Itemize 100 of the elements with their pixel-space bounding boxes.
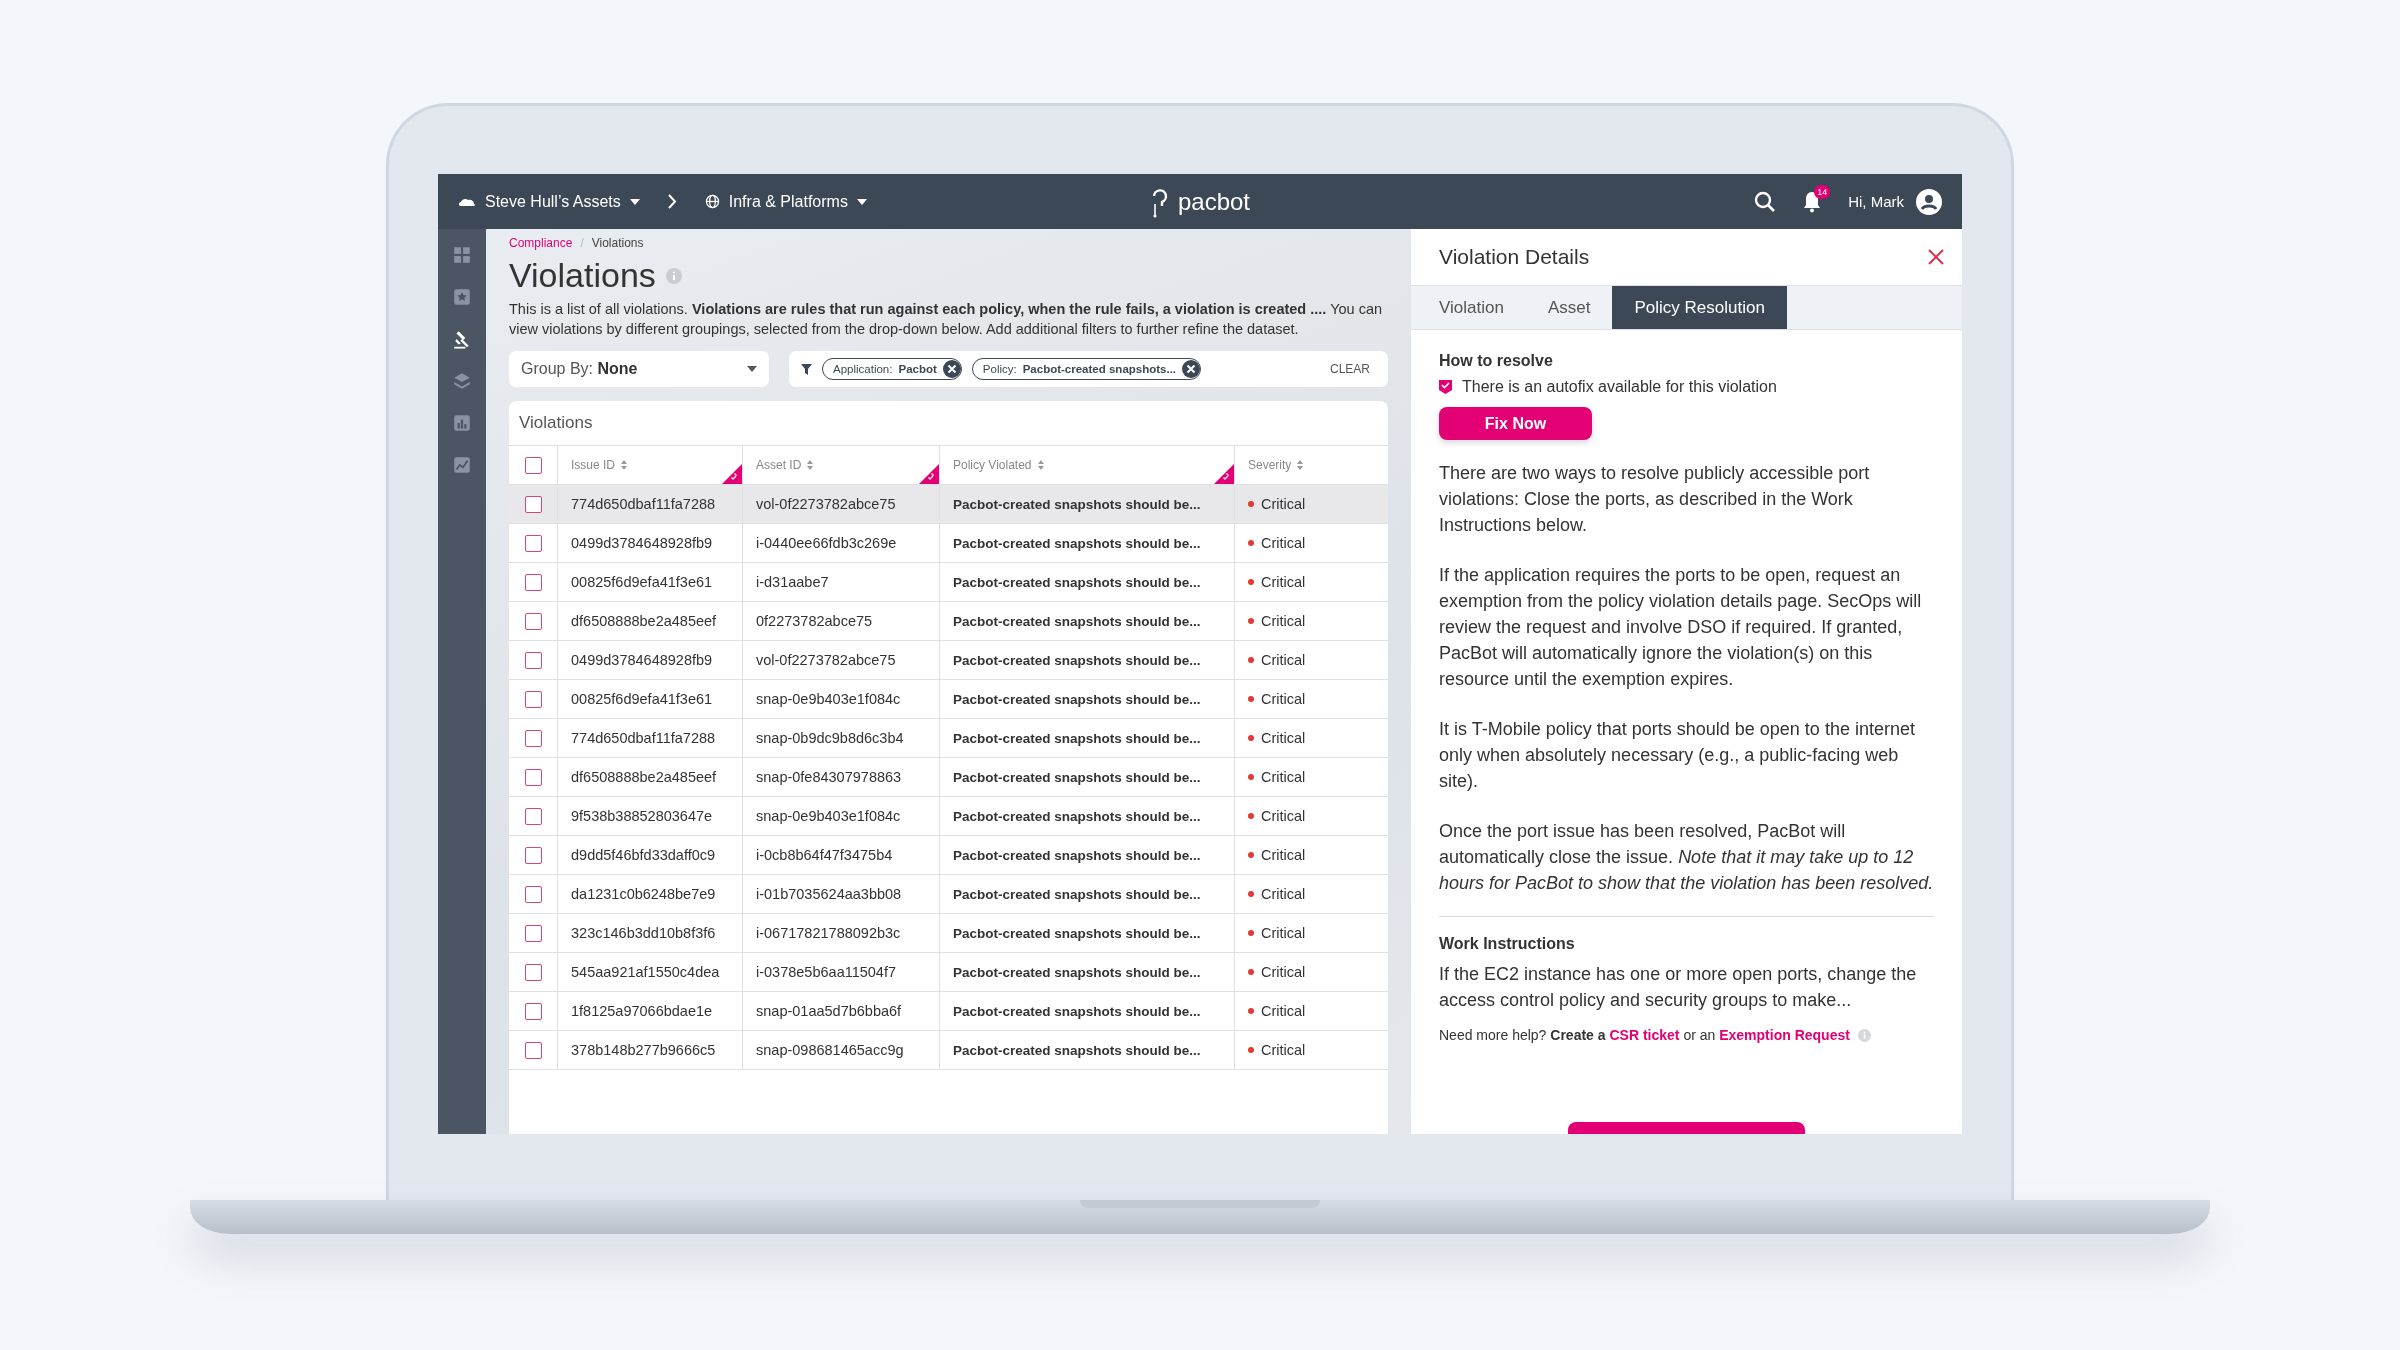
table-row[interactable]: df6508888be2a485eef 0f2273782abce75 Pacbot-created snapshots should be... Critical [509, 602, 1388, 641]
sort-icon [1297, 460, 1304, 470]
sort-icon [1037, 460, 1044, 470]
fix-now-button[interactable]: Fix Now [1439, 407, 1592, 440]
close-icon[interactable] [942, 360, 961, 378]
tab[interactable]: Violation [1417, 286, 1526, 329]
resolution-paragraph: If the application requires the ports to be open, request an exemption from the policy violation details page. SecOps will review the request and involve DSO if required. If granted, PacBot will automatically ignore the violation(s) on this resource until the exemption expires. [1439, 564, 1923, 691]
resolution-paragraph: There are two ways to resolve publicly accessible port violations: Close the ports, as described in the Work Instructions below. [1439, 462, 1871, 537]
table-cell: 774d650dbaf11fa7288 [557, 485, 742, 523]
table-cell: i-0440ee66fdb3c269e [742, 524, 939, 562]
filter-chip[interactable]: Application: Pacbot [822, 358, 962, 380]
table-cell: 0499d3784648928fb9 [557, 524, 742, 562]
table-cell: vol-0f2273782abce75 [742, 641, 939, 679]
autofix-checkbox[interactable] [1439, 380, 1452, 394]
filter-chip[interactable]: Policy: Pacbot-created snapshots... [971, 358, 1202, 380]
column-header[interactable]: Policy Violated [939, 446, 1234, 484]
table-cell: Pacbot-created snapshots should be... [939, 953, 1234, 991]
table-row[interactable]: df6508888be2a485eef snap-0fe84307978863 Pacbot-created snapshots should be... Critical [509, 758, 1388, 797]
row-checkbox[interactable] [524, 963, 542, 981]
search-icon[interactable] [1754, 190, 1777, 213]
asset-group-selector[interactable]: Steve Hull’s Assets [458, 192, 640, 211]
link-corner-icon[interactable] [1214, 464, 1234, 484]
table-cell: da1231c0b6248be7e9 [557, 875, 742, 913]
table-row[interactable]: 774d650dbaf11fa7288 vol-0f2273782abce75 Pacbot-created snapshots should be... Critical [509, 485, 1388, 524]
table-cell: Pacbot-created snapshots should be... [939, 1031, 1234, 1069]
row-checkbox[interactable] [524, 495, 542, 513]
layers-icon[interactable] [454, 373, 470, 389]
column-header[interactable]: Asset ID [742, 446, 939, 484]
table-cell: Pacbot-created snapshots should be... [939, 914, 1234, 952]
caret-icon [856, 198, 867, 205]
severity-dot [1248, 891, 1254, 897]
row-checkbox[interactable] [524, 885, 542, 903]
severity-label: Critical [1261, 1003, 1306, 1019]
severity-dot [1248, 618, 1254, 624]
chart-icon[interactable] [454, 415, 470, 431]
help-link[interactable]: Exemption Request [1719, 1027, 1850, 1043]
link-corner-icon[interactable] [919, 464, 939, 484]
table-cell: i-d31aabe7 [742, 563, 939, 601]
severity-dot [1248, 969, 1254, 975]
severity-label: Critical [1261, 808, 1306, 824]
table-row[interactable]: 00825f6d9efa41f3e61 snap-0e9b403e1f084c Pacbot-created snapshots should be... Critical [509, 680, 1388, 719]
row-checkbox[interactable] [524, 924, 542, 942]
row-checkbox[interactable] [524, 729, 542, 747]
table-row[interactable]: 0499d3784648928fb9 vol-0f2273782abce75 Pacbot-created snapshots should be... Critical [509, 641, 1388, 680]
severity-dot [1248, 813, 1254, 819]
row-checkbox[interactable] [524, 690, 542, 708]
table-row[interactable]: 00825f6d9efa41f3e61 i-d31aabe7 Pacbot-created snapshots should be... Critical [509, 563, 1388, 602]
logo-text: pacbot [1177, 187, 1251, 216]
severity-dot [1248, 501, 1254, 507]
tab[interactable]: Policy Resolution [1612, 286, 1787, 329]
tab[interactable]: Asset [1525, 286, 1613, 329]
column-header[interactable]: Severity [1234, 446, 1388, 484]
table-row[interactable]: 545aa921af1550c4dea i-0378e5b6aa11504f7 Pacbot-created snapshots should be... Critical [509, 953, 1388, 992]
row-checkbox[interactable] [524, 534, 542, 552]
table-row[interactable]: 378b148b277b9666c5 snap-098681465acc9g Pacbot-created snapshots should be... Critical [509, 1031, 1388, 1070]
table-cell: snap-01aa5d7b6bba6f [742, 992, 939, 1030]
table-cell: i-0378e5b6aa11504f7 [742, 953, 939, 991]
table-row[interactable]: 323c146b3dd10b8f3f6 i-06717821788092b3c Pacbot-created snapshots should be... Critical [509, 914, 1388, 953]
filter-icon[interactable] [801, 363, 812, 375]
table-row[interactable]: 9f538b38852803647e snap-0e9b403e1f084c Pacbot-created snapshots should be... Critical [509, 797, 1388, 836]
clear-button[interactable]: CLEAR [1324, 361, 1376, 377]
row-checkbox[interactable] [524, 1041, 542, 1059]
breadcrumb-link[interactable]: Compliance [509, 236, 573, 250]
severity-label: Critical [1261, 769, 1306, 785]
table-row[interactable]: 1f8125a97066bdae1e snap-01aa5d7b6bba6f Pacbot-created snapshots should be... Critical [509, 992, 1388, 1031]
trend-icon[interactable] [454, 457, 470, 473]
row-checkbox[interactable] [524, 846, 542, 864]
row-checkbox[interactable] [524, 612, 542, 630]
autofix-label: There is an autofix available for this violation [1462, 378, 1777, 396]
close-icon[interactable] [1928, 249, 1944, 265]
table-cell: Pacbot-created snapshots should be... [939, 992, 1234, 1030]
resolution-paragraph: It is T-Mobile policy that ports should be open to the internet only when absolutely necessary (e.g., a public-facing web site). [1439, 718, 1916, 793]
severity-label: Critical [1261, 730, 1306, 746]
table-cell: df6508888be2a485eef [557, 758, 742, 796]
table-cell: Pacbot-created snapshots should be... [939, 719, 1234, 757]
help-link[interactable]: CSR ticket [1609, 1027, 1680, 1043]
row-checkbox[interactable] [524, 1002, 542, 1020]
table-cell: i-06717821788092b3c [742, 914, 939, 952]
user-avatar-icon[interactable] [1916, 188, 1942, 215]
column-header[interactable]: Issue ID [557, 446, 742, 484]
row-checkbox[interactable] [524, 573, 542, 591]
link-corner-icon[interactable] [722, 464, 742, 484]
select-all-checkbox[interactable] [524, 456, 542, 474]
row-checkbox[interactable] [524, 651, 542, 669]
gavel-icon[interactable] [454, 331, 469, 349]
table-row[interactable]: 774d650dbaf11fa7288 snap-0b9dc9b8d6c3b4 Pacbot-created snapshots should be... Critical [509, 719, 1388, 758]
row-checkbox[interactable] [524, 807, 542, 825]
row-checkbox[interactable] [524, 768, 542, 786]
table-cell: snap-098681465acc9g [742, 1031, 939, 1069]
table-cell: 323c146b3dd10b8f3f6 [557, 914, 742, 952]
table-row[interactable]: 0499d3784648928fb9 i-0440ee66fdb3c269e Pacbot-created snapshots should be... Critical [509, 524, 1388, 563]
table-row[interactable]: da1231c0b6248be7e9 i-01b7035624aa3bb08 Pacbot-created snapshots should be... Critical [509, 875, 1388, 914]
group-by-dropdown[interactable]: Group By: None [509, 351, 769, 387]
close-icon[interactable] [1182, 360, 1201, 378]
domain-selector[interactable]: Infra & Platforms [704, 192, 867, 211]
severity-label: Critical [1261, 1042, 1306, 1058]
table-cell: 00825f6d9efa41f3e61 [557, 563, 742, 601]
table-cell: 9f538b38852803647e [557, 797, 742, 835]
grid-icon[interactable] [454, 247, 470, 263]
table-row[interactable]: d9dd5f46bfd33daff0c9 i-0cb8b64f47f3475b4 Pacbot-created snapshots should be... Critical [509, 836, 1388, 875]
